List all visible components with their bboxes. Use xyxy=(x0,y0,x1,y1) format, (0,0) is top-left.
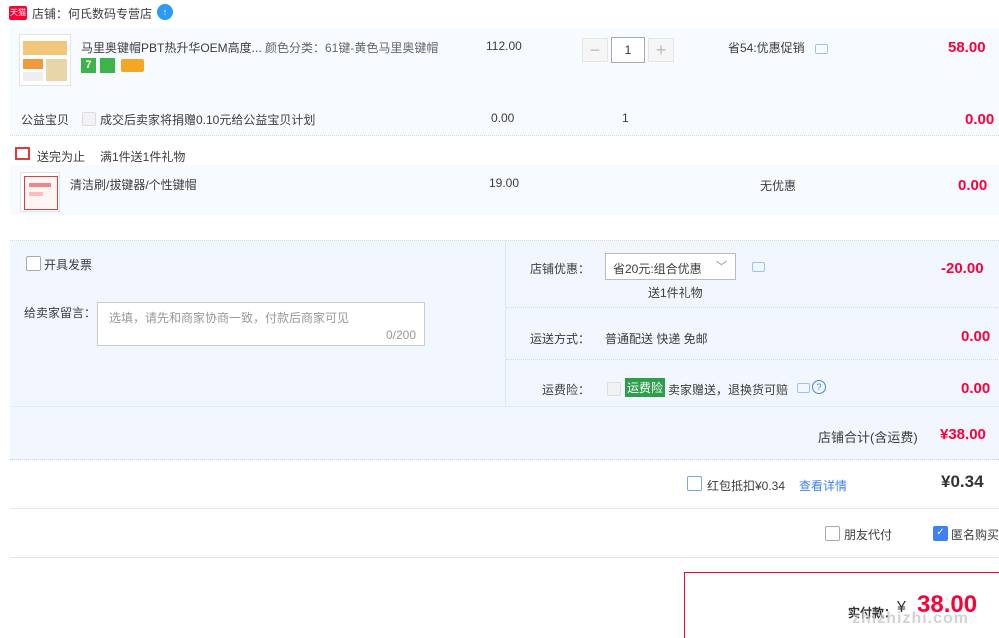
gift-tag: 送完为止 xyxy=(37,150,86,164)
comment-icon[interactable] xyxy=(815,44,828,54)
divider xyxy=(10,557,999,558)
redpacket-label: 红包抵扣¥0.34 xyxy=(707,479,786,493)
product-spec: 颜色分类：61键-黄色马里奥键帽 xyxy=(265,41,439,55)
redpacket-value: ¥0.34 xyxy=(941,472,984,491)
tmall-badge: 天猫 xyxy=(9,6,27,20)
final-pay-box: 实付款： ¥ 38.00 xyxy=(684,572,999,638)
guarantee-icon xyxy=(100,58,115,73)
unit-price: 112.00 xyxy=(486,39,522,53)
right-panel: 店铺优惠： 省20元:组合优惠 ﹀ 送1件礼物 -20.00 运送方式： 普通配… xyxy=(505,241,999,407)
chevron-down-icon: ﹀ xyxy=(716,261,727,273)
charity-text: 成交后卖家将捐赠0.10元给公益宝贝计划 xyxy=(100,113,316,127)
product-title-link[interactable]: 马里奥键帽PBT热升华OEM高度... xyxy=(81,39,262,56)
shop-total-row: 店铺合计(含运费) ¥38.00 xyxy=(10,406,999,460)
message-label: 给卖家留言： xyxy=(24,306,97,320)
promo-label: 省54:优惠促销 xyxy=(728,41,805,55)
discount-sub: 送1件礼物 xyxy=(648,286,703,300)
insurance-checkbox xyxy=(607,382,621,396)
gift-price: 19.00 xyxy=(489,176,520,190)
product-thumbnail[interactable] xyxy=(19,34,71,86)
gift-title-link[interactable]: 清洁刷/拔键器/个性键帽 xyxy=(70,176,197,193)
invoice-checkbox[interactable] xyxy=(26,256,41,271)
insurance-text: 卖家赠送，退换货可赔 xyxy=(668,383,789,397)
credit-card-icon xyxy=(121,59,144,72)
discount-amount: -20.00 xyxy=(941,260,984,277)
gift-promo: 无优惠 xyxy=(760,179,797,193)
charity-qty: 1 xyxy=(622,111,629,125)
gift-desc: 满1件送1件礼物 xyxy=(100,150,186,164)
message-counter: 0/200 xyxy=(385,328,416,342)
qty-increase-button[interactable]: + xyxy=(648,38,674,62)
shop-total-label: 店铺合计(含运费) xyxy=(818,430,918,445)
gift-thumbnail[interactable] xyxy=(20,172,60,212)
help-icon[interactable]: ? xyxy=(812,380,826,394)
charity-checkbox xyxy=(82,112,96,126)
message-textarea[interactable]: 选填，请先和商家协商一致，付款后商家可见 0/200 xyxy=(97,302,425,346)
shop-label: 店铺： xyxy=(32,7,69,21)
order-options: 开具发票 给卖家留言： 选填，请先和商家协商一致，付款后商家可见 0/200 店… xyxy=(10,240,999,407)
charity-total: 0.00 xyxy=(965,111,995,128)
charity-label: 公益宝贝 xyxy=(21,113,70,127)
qty-input[interactable]: 1 xyxy=(611,37,645,63)
item-row-2: 清洁刷/拔键器/个性键帽 19.00 无优惠 0.00 xyxy=(10,165,999,215)
discount-select[interactable]: 省20元:组合优惠 ﹀ xyxy=(605,253,736,280)
gift-icon xyxy=(15,147,30,160)
gift-total: 0.00 xyxy=(958,177,988,194)
comment-icon[interactable] xyxy=(752,262,765,272)
friend-pay-label: 朋友代付 xyxy=(844,528,893,542)
insurance-amount: 0.00 xyxy=(961,380,991,397)
shipping-value: 普通配送 快递 免邮 xyxy=(605,332,708,346)
qty-decrease-button[interactable]: − xyxy=(582,38,608,62)
charity-row: 公益宝贝 成交后卖家将捐赠0.10元给公益宝贝计划 0.00 1 0.00 xyxy=(10,102,999,135)
shop-name-link[interactable]: 何氏数码专营店 xyxy=(68,5,152,22)
watermark-text: zhizhizhi.com xyxy=(852,610,969,627)
anonymous-label: 匿名购买 xyxy=(951,528,999,542)
message-placeholder: 选填，请先和商家协商一致，付款后商家可见 xyxy=(109,311,350,325)
shipping-label: 运送方式： xyxy=(530,332,591,346)
friend-pay-checkbox[interactable] xyxy=(825,526,840,541)
item-total: 58.00 xyxy=(948,39,986,56)
redpacket-detail-link[interactable]: 查看详情 xyxy=(799,477,847,494)
shipping-amount: 0.00 xyxy=(961,328,991,345)
invoice-label: 开具发票 xyxy=(44,258,93,272)
discount-label: 店铺优惠： xyxy=(530,262,591,276)
charity-price: 0.00 xyxy=(491,111,515,125)
redpacket-checkbox[interactable] xyxy=(687,476,702,491)
discount-select-value: 省20元:组合优惠 xyxy=(613,262,702,276)
comment-icon[interactable] xyxy=(797,383,810,393)
divider xyxy=(10,135,999,136)
item-row-1: 马里奥键帽PBT热升华OEM高度... 颜色分类：61键-黄色马里奥键帽 7 1… xyxy=(10,28,999,102)
anonymous-checkbox[interactable]: ✓ xyxy=(933,526,948,541)
chat-icon[interactable]: ↑ xyxy=(157,4,173,20)
shop-header: 天猫 店铺： 何氏数码专营店 ↑ xyxy=(0,0,999,26)
divider xyxy=(10,508,999,509)
insurance-tag: 运费险 xyxy=(625,378,666,397)
badge-7-day-icon: 7 xyxy=(81,58,96,73)
divider xyxy=(506,359,999,360)
shop-total-value: ¥38.00 xyxy=(940,426,986,443)
divider xyxy=(506,307,999,308)
insurance-label: 运费险： xyxy=(542,383,591,397)
